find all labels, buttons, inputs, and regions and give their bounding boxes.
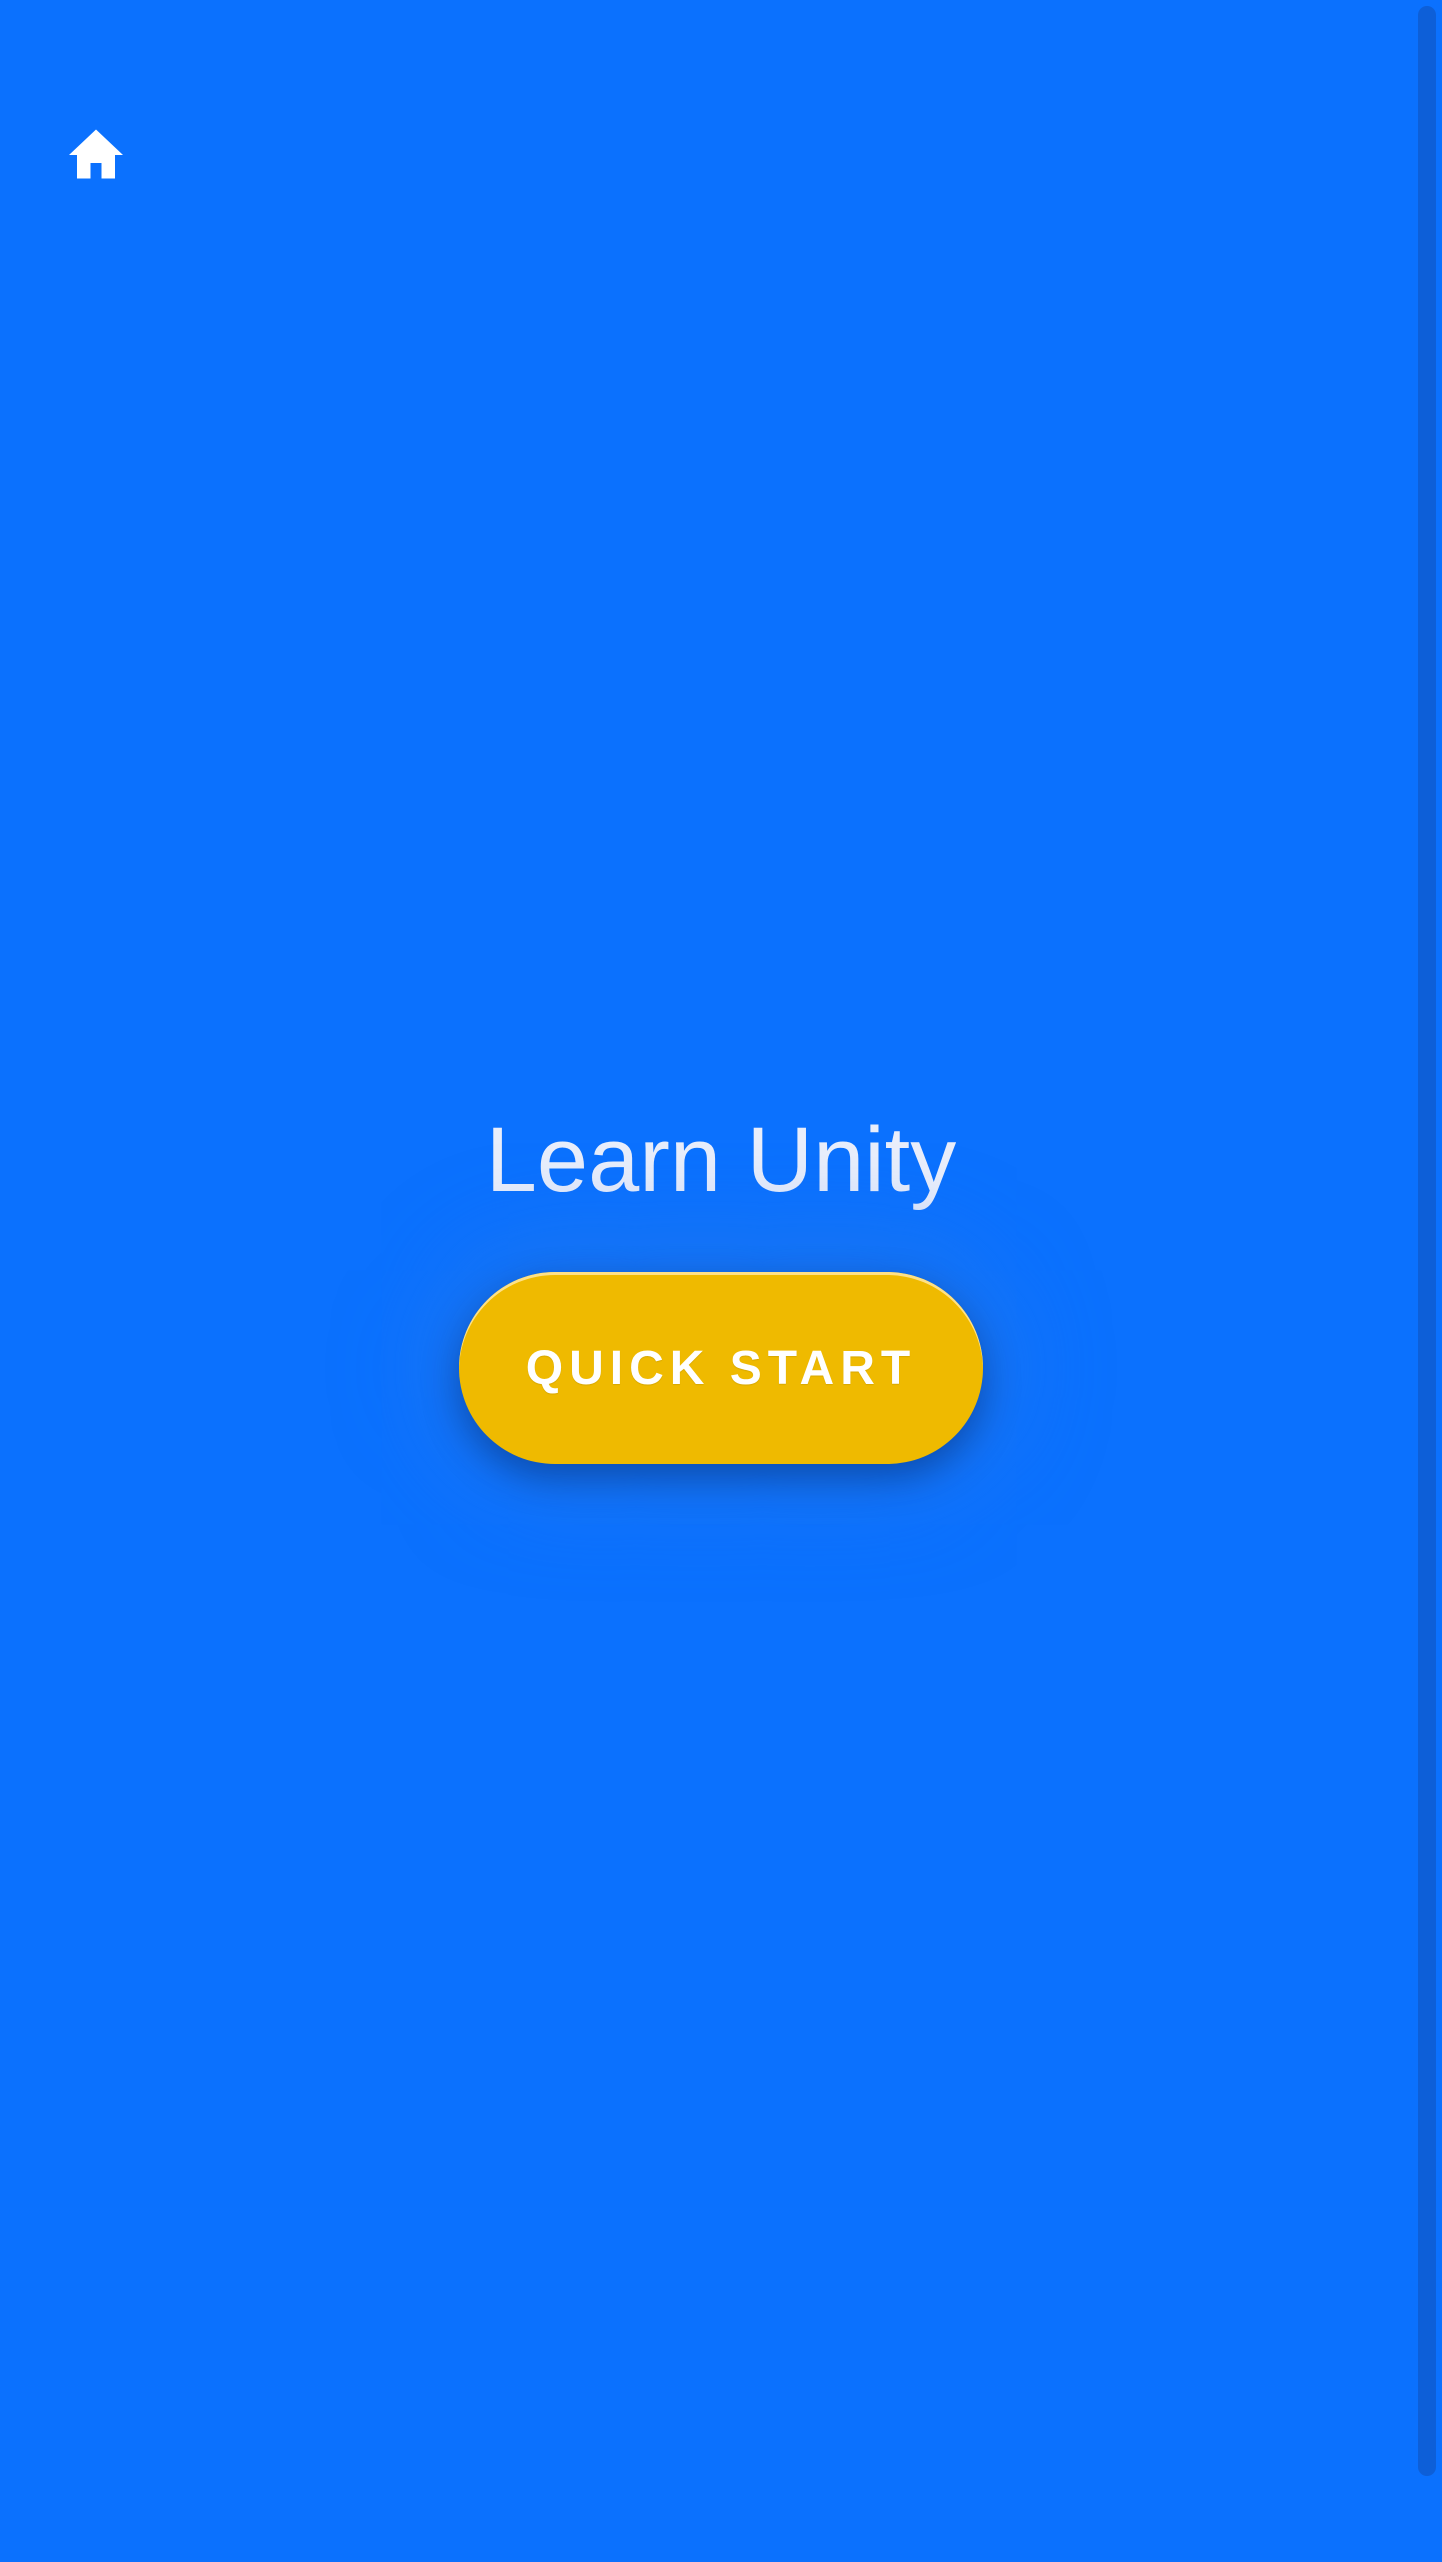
home-icon bbox=[66, 124, 126, 184]
scrollbar[interactable] bbox=[1418, 6, 1436, 2476]
quick-start-button[interactable]: QUICK START bbox=[459, 1272, 983, 1464]
home-button[interactable] bbox=[64, 122, 128, 186]
page-title: Learn Unity bbox=[485, 1109, 957, 1211]
